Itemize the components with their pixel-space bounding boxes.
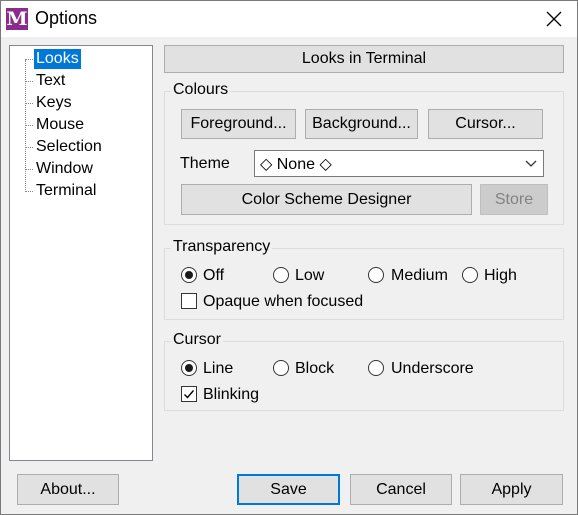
- close-icon: [546, 11, 562, 27]
- close-button[interactable]: [537, 3, 571, 35]
- cursor-block-radio[interactable]: [273, 360, 289, 376]
- opaque-when-focused-checkbox[interactable]: [181, 293, 197, 309]
- store-button[interactable]: Store: [480, 184, 548, 215]
- cancel-button[interactable]: Cancel: [350, 474, 452, 505]
- window-title: Options: [35, 8, 98, 28]
- cursor-line-radio[interactable]: [181, 360, 197, 376]
- blinking-checkbox[interactable]: [181, 386, 197, 402]
- tree-item-selection[interactable]: Selection: [34, 137, 104, 157]
- cursor-underscore-radio[interactable]: [368, 360, 384, 376]
- tree-connector: [25, 60, 26, 192]
- checkmark-icon: [184, 390, 195, 399]
- save-button[interactable]: Save: [237, 474, 340, 505]
- apply-button[interactable]: Apply: [460, 474, 563, 505]
- tree-item-keys[interactable]: Keys: [34, 93, 74, 113]
- panel-header: Looks in Terminal: [164, 45, 564, 73]
- tree-item-mouse[interactable]: Mouse: [34, 115, 86, 135]
- tree-connector: [25, 103, 33, 104]
- transparency-low-label: Low: [295, 267, 325, 284]
- category-tree[interactable]: Looks Text Keys Mouse Selection Window T…: [9, 45, 153, 461]
- transparency-medium-radio[interactable]: [368, 267, 384, 283]
- about-button[interactable]: About...: [17, 474, 119, 505]
- transparency-high-label: High: [484, 267, 517, 284]
- cursor-underscore-label: Underscore: [391, 360, 474, 377]
- theme-label: Theme: [180, 155, 230, 172]
- tree-connector: [25, 169, 33, 170]
- colours-group-label: Colours: [171, 81, 231, 99]
- color-scheme-designer-button[interactable]: Color Scheme Designer: [181, 184, 472, 215]
- tree-connector: [25, 125, 33, 126]
- tree-item-looks[interactable]: Looks: [34, 49, 81, 69]
- chevron-down-icon: [525, 160, 537, 167]
- tree-connector: [25, 81, 33, 82]
- cursor-block-label: Block: [295, 360, 335, 377]
- transparency-off-label: Off: [203, 267, 225, 284]
- theme-select-value: ◇ None ◇: [260, 156, 332, 173]
- theme-select[interactable]: ◇ None ◇: [254, 150, 544, 177]
- tree-item-text[interactable]: Text: [34, 71, 67, 91]
- transparency-medium-label: Medium: [391, 267, 448, 284]
- opaque-when-focused-label: Opaque when focused: [203, 293, 364, 310]
- tree-connector: [25, 191, 33, 192]
- transparency-low-radio[interactable]: [273, 267, 289, 283]
- tree-connector: [25, 59, 33, 60]
- options-window: M Options Looks Text Keys Mouse Selectio…: [0, 0, 578, 515]
- foreground-button[interactable]: Foreground...: [181, 109, 296, 139]
- transparency-high-radio[interactable]: [462, 267, 478, 283]
- transparency-group-label: Transparency: [171, 238, 273, 256]
- tree-item-window[interactable]: Window: [34, 159, 95, 179]
- mintty-app-icon: M: [6, 8, 28, 30]
- cursor-colour-button[interactable]: Cursor...: [428, 109, 543, 139]
- background-button[interactable]: Background...: [305, 109, 418, 139]
- title-bar: M Options: [1, 1, 577, 37]
- tree-item-terminal[interactable]: Terminal: [34, 181, 98, 201]
- cursor-group-label: Cursor: [171, 331, 224, 349]
- transparency-off-radio[interactable]: [181, 267, 197, 283]
- tree-connector: [25, 147, 33, 148]
- cursor-line-label: Line: [203, 360, 234, 377]
- blinking-label: Blinking: [203, 386, 260, 403]
